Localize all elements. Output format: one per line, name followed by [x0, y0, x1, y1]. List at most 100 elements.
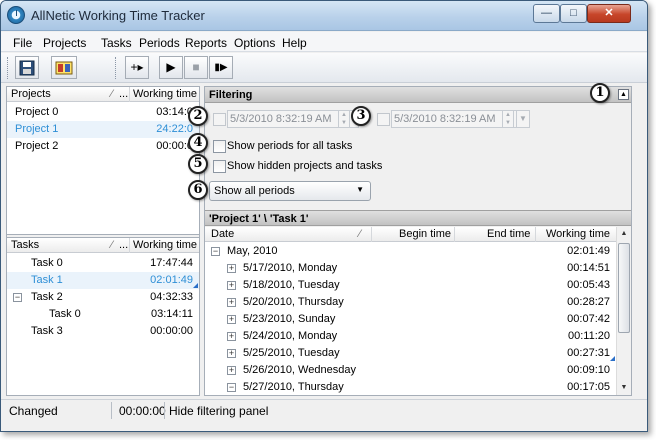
menu-options[interactable]: Options [234, 36, 275, 50]
end-time-column[interactable]: End time [487, 228, 530, 240]
start-button[interactable]: ▶ [159, 56, 183, 79]
begin-time-column[interactable]: Begin time [399, 228, 451, 240]
task-row-selected[interactable]: Task 1 02:01:49 [7, 272, 199, 289]
periods-header: 'Project 1' \ 'Task 1' [205, 210, 631, 226]
status-hint: Hide filtering panel [169, 404, 269, 418]
expand-icon[interactable]: + [227, 281, 236, 290]
period-row[interactable]: + 5/24/2010, Monday 00:11:20 [205, 328, 616, 345]
callout-badge: 6 [188, 180, 208, 200]
period-row[interactable]: + 5/18/2010, Tuesday 00:05:43 [205, 277, 616, 294]
projects-header: Projects ⁄ ... Working time [7, 87, 199, 102]
period-date: 5/20/2010, Thursday [243, 296, 344, 308]
period-row[interactable]: − 5/27/2010, Thursday 00:17:05 [205, 379, 616, 395]
project-name: Project 2 [15, 140, 59, 152]
expand-icon[interactable]: + [227, 264, 236, 273]
period-row[interactable]: + 5/23/2010, Sunday 00:07:42 [205, 311, 616, 328]
projects-column[interactable]: Projects [11, 88, 51, 100]
end-date-checkbox[interactable] [377, 113, 390, 126]
expand-icon[interactable]: + [227, 332, 236, 341]
period-time: 00:27:31 [567, 347, 610, 359]
title-bar[interactable]: AllNetic Working Time Tracker — □ ✕ [1, 1, 647, 31]
filter-button[interactable] [51, 56, 77, 79]
tasks-header: Tasks ⁄ ... Working time [7, 238, 199, 253]
working-time-column[interactable]: Working time [133, 88, 197, 100]
task-row[interactable]: Task 3 00:00:00 [7, 323, 199, 340]
period-row[interactable]: + 5/26/2010, Wednesday 00:09:10 [205, 362, 616, 379]
show-all-tasks-label: Show periods for all tasks [227, 140, 353, 152]
app-window: AllNetic Working Time Tracker — □ ✕ File… [0, 0, 648, 432]
menu-projects[interactable]: Projects [43, 36, 86, 50]
status-state: Changed [9, 404, 58, 418]
task-time: 17:47:44 [150, 257, 193, 269]
show-hidden-label: Show hidden projects and tasks [227, 160, 383, 172]
columns-menu-button[interactable]: ... [119, 88, 128, 100]
expand-icon[interactable]: + [227, 366, 236, 375]
right-pane: Filtering ▲ 5/3/2010 8:32:19 AM ▲ ▼ 5/3/2… [204, 86, 632, 396]
period-row[interactable]: + 5/17/2010, Monday 00:14:51 [205, 260, 616, 277]
project-row[interactable]: Project 0 03:14:0 [7, 104, 199, 121]
expand-icon[interactable]: + [227, 315, 236, 324]
task-row[interactable]: Task 0 03:14:11 [7, 306, 199, 323]
working-time-column[interactable]: Working time [546, 228, 610, 240]
scroll-down-icon[interactable]: ▼ [617, 381, 631, 395]
collapse-icon[interactable]: − [227, 383, 236, 392]
task-row[interactable]: Task 0 17:47:44 [7, 255, 199, 272]
step-button[interactable]: ▮▶ [209, 56, 233, 79]
project-row[interactable]: Project 2 00:00:0 [7, 138, 199, 155]
period-group-label: May, 2010 [227, 245, 278, 257]
menu-periods[interactable]: Periods [139, 36, 180, 50]
task-time: 03:14:11 [150, 308, 193, 320]
window-title: AllNetic Working Time Tracker [31, 8, 205, 23]
toolbar-grip[interactable] [7, 57, 10, 79]
period-row[interactable]: + 5/20/2010, Thursday 00:28:27 [205, 294, 616, 311]
toolbar-grip-2[interactable] [115, 57, 118, 79]
task-row[interactable]: − Task 2 04:32:33 [7, 289, 199, 306]
close-button[interactable]: ✕ [587, 4, 631, 23]
scroll-thumb[interactable] [618, 243, 630, 333]
columns-menu-button[interactable]: ... [119, 239, 128, 251]
scroll-up-icon[interactable]: ▲ [617, 227, 631, 241]
end-date-spinner[interactable]: ▲ ▼ [502, 110, 514, 128]
left-pane: Projects ⁄ ... Working time Project 0 03… [6, 86, 200, 396]
project-row-selected[interactable]: Project 1 24:22:0 [7, 121, 199, 138]
period-group-row[interactable]: − May, 2010 02:01:49 [205, 243, 616, 260]
column-mark: ⁄ [111, 239, 113, 251]
status-time: 00:00:00 [119, 404, 166, 418]
period-time: 00:09:10 [567, 364, 610, 376]
status-bar: Changed 00:00:00 Hide filtering panel [1, 399, 647, 421]
menu-tasks[interactable]: Tasks [101, 36, 132, 50]
expand-icon[interactable]: + [227, 298, 236, 307]
filter-icon [55, 61, 73, 75]
minimize-button[interactable]: — [533, 4, 560, 23]
start-date-spinner[interactable]: ▲ ▼ [338, 110, 350, 128]
collapse-icon[interactable]: − [211, 247, 220, 256]
menu-file[interactable]: File [13, 36, 32, 50]
save-icon [19, 60, 35, 76]
expand-icon[interactable]: + [227, 349, 236, 358]
period-filter-select[interactable]: Show all periods ▼ [209, 181, 371, 201]
date-column[interactable]: Date [211, 228, 234, 240]
period-date: 5/17/2010, Monday [243, 262, 338, 274]
period-row[interactable]: + 5/25/2010, Tuesday 00:27:31 [205, 345, 616, 362]
save-button[interactable] [15, 56, 39, 79]
show-hidden-checkbox[interactable] [213, 160, 226, 173]
period-time: 00:07:42 [567, 313, 610, 325]
show-all-tasks-checkbox[interactable] [213, 140, 226, 153]
stop-button[interactable]: ■ [184, 56, 208, 79]
periods-scrollbar[interactable]: ▲ ▼ [616, 227, 631, 395]
periods-grid: Date ⁄ Begin time End time Working time … [205, 227, 631, 395]
menu-reports[interactable]: Reports [185, 36, 227, 50]
start-date-checkbox[interactable] [213, 113, 226, 126]
collapse-filter-button[interactable]: ▲ [618, 89, 629, 100]
working-time-column[interactable]: Working time [133, 239, 197, 251]
tasks-column[interactable]: Tasks [11, 239, 39, 251]
end-date-dropdown[interactable]: ▼ [516, 110, 530, 128]
menu-help[interactable]: Help [282, 36, 307, 50]
edit-marker-icon [193, 283, 198, 288]
collapse-icon[interactable]: − [13, 293, 22, 302]
task-name: Task 3 [31, 325, 63, 337]
add-period-button[interactable]: +▸ [125, 56, 149, 79]
edit-marker-icon [610, 356, 615, 361]
column-separator [371, 227, 372, 242]
maximize-button[interactable]: □ [560, 4, 587, 23]
